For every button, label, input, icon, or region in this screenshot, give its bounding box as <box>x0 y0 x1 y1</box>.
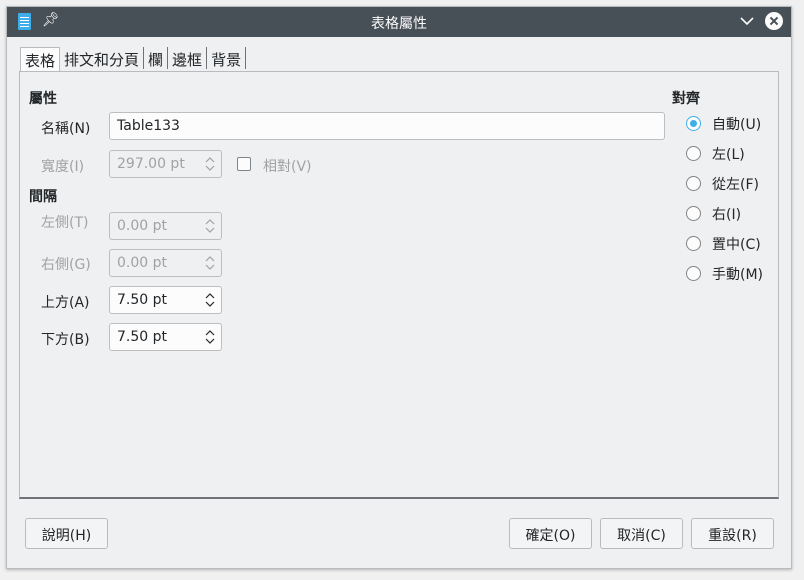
spin-arrows-icon[interactable] <box>204 254 216 272</box>
cancel-button[interactable]: 取消(C) <box>600 518 683 549</box>
relative-label: 相對(V) <box>263 159 312 175</box>
align-right-label: 右(I) <box>712 207 742 223</box>
below-spacing-spinbox[interactable]: 7.50 pt <box>109 323 222 351</box>
left-spacing-spinbox[interactable]: 0.00 pt <box>109 212 222 240</box>
width-value: 297.00 pt <box>117 156 185 172</box>
align-from-left-label: 從左(F) <box>712 177 759 193</box>
left-spacing-label: 左側(T) <box>41 215 89 231</box>
relative-checkbox[interactable] <box>237 157 251 171</box>
above-spacing-label: 上方(A) <box>41 295 90 311</box>
right-spacing-label: 右側(G) <box>41 257 91 273</box>
align-left-label: 左(L) <box>712 147 745 163</box>
spin-arrows-icon[interactable] <box>204 217 216 235</box>
spin-arrows-icon[interactable] <box>204 291 216 309</box>
spacing-heading: 間隔 <box>29 189 57 205</box>
tab-background[interactable]: 背景 <box>207 47 247 69</box>
close-icon[interactable] <box>765 12 783 30</box>
name-label: 名稱(N) <box>41 121 91 137</box>
align-center-radio[interactable] <box>686 236 701 251</box>
title-bar: 📌︎ 表格屬性 <box>7 7 791 37</box>
align-from-left-radio[interactable] <box>686 176 701 191</box>
properties-heading: 屬性 <box>29 91 57 107</box>
below-spacing-value: 7.50 pt <box>117 329 167 345</box>
reset-button[interactable]: 重設(R) <box>691 518 774 549</box>
align-automatic-label: 自動(U) <box>712 117 762 133</box>
above-spacing-value: 7.50 pt <box>117 292 167 308</box>
spin-arrows-icon[interactable] <box>204 328 216 346</box>
tab-borders[interactable]: 邊框 <box>168 47 208 69</box>
ok-button[interactable]: 確定(O) <box>509 518 592 549</box>
name-input[interactable]: Table133 <box>109 112 665 140</box>
align-left-radio[interactable] <box>686 146 701 161</box>
alignment-heading: 對齊 <box>672 91 700 107</box>
align-automatic-radio[interactable] <box>686 116 701 131</box>
above-spacing-spinbox[interactable]: 7.50 pt <box>109 286 222 314</box>
tab-panel-table: 屬性 名稱(N) Table133 寬度(I) 297.00 pt 相對(V) … <box>19 71 779 499</box>
chevron-down-icon[interactable] <box>740 15 754 27</box>
tab-table[interactable]: 表格 <box>20 47 61 72</box>
help-button[interactable]: 說明(H) <box>25 518 108 549</box>
align-center-label: 置中(C) <box>712 237 761 253</box>
width-label: 寬度(I) <box>41 159 85 175</box>
tab-columns[interactable]: 欄 <box>144 47 169 69</box>
align-right-radio[interactable] <box>686 206 701 221</box>
dialog-window: 📌︎ 表格屬性 表格 排文和分頁 欄 邊框 背景 屬性 名稱(N) Table1… <box>6 6 792 569</box>
right-spacing-spinbox[interactable]: 0.00 pt <box>109 249 222 277</box>
right-spacing-value: 0.00 pt <box>117 255 167 271</box>
window-title: 表格屬性 <box>371 16 427 32</box>
left-spacing-value: 0.00 pt <box>117 218 167 234</box>
align-manual-radio[interactable] <box>686 266 701 281</box>
spin-arrows-icon[interactable] <box>204 155 216 173</box>
align-manual-label: 手動(M) <box>712 267 764 283</box>
below-spacing-label: 下方(B) <box>41 332 90 348</box>
tab-bar: 表格 排文和分頁 欄 邊框 背景 <box>20 47 247 72</box>
tab-text-flow[interactable]: 排文和分頁 <box>60 47 145 69</box>
width-spinbox[interactable]: 297.00 pt <box>109 150 222 178</box>
